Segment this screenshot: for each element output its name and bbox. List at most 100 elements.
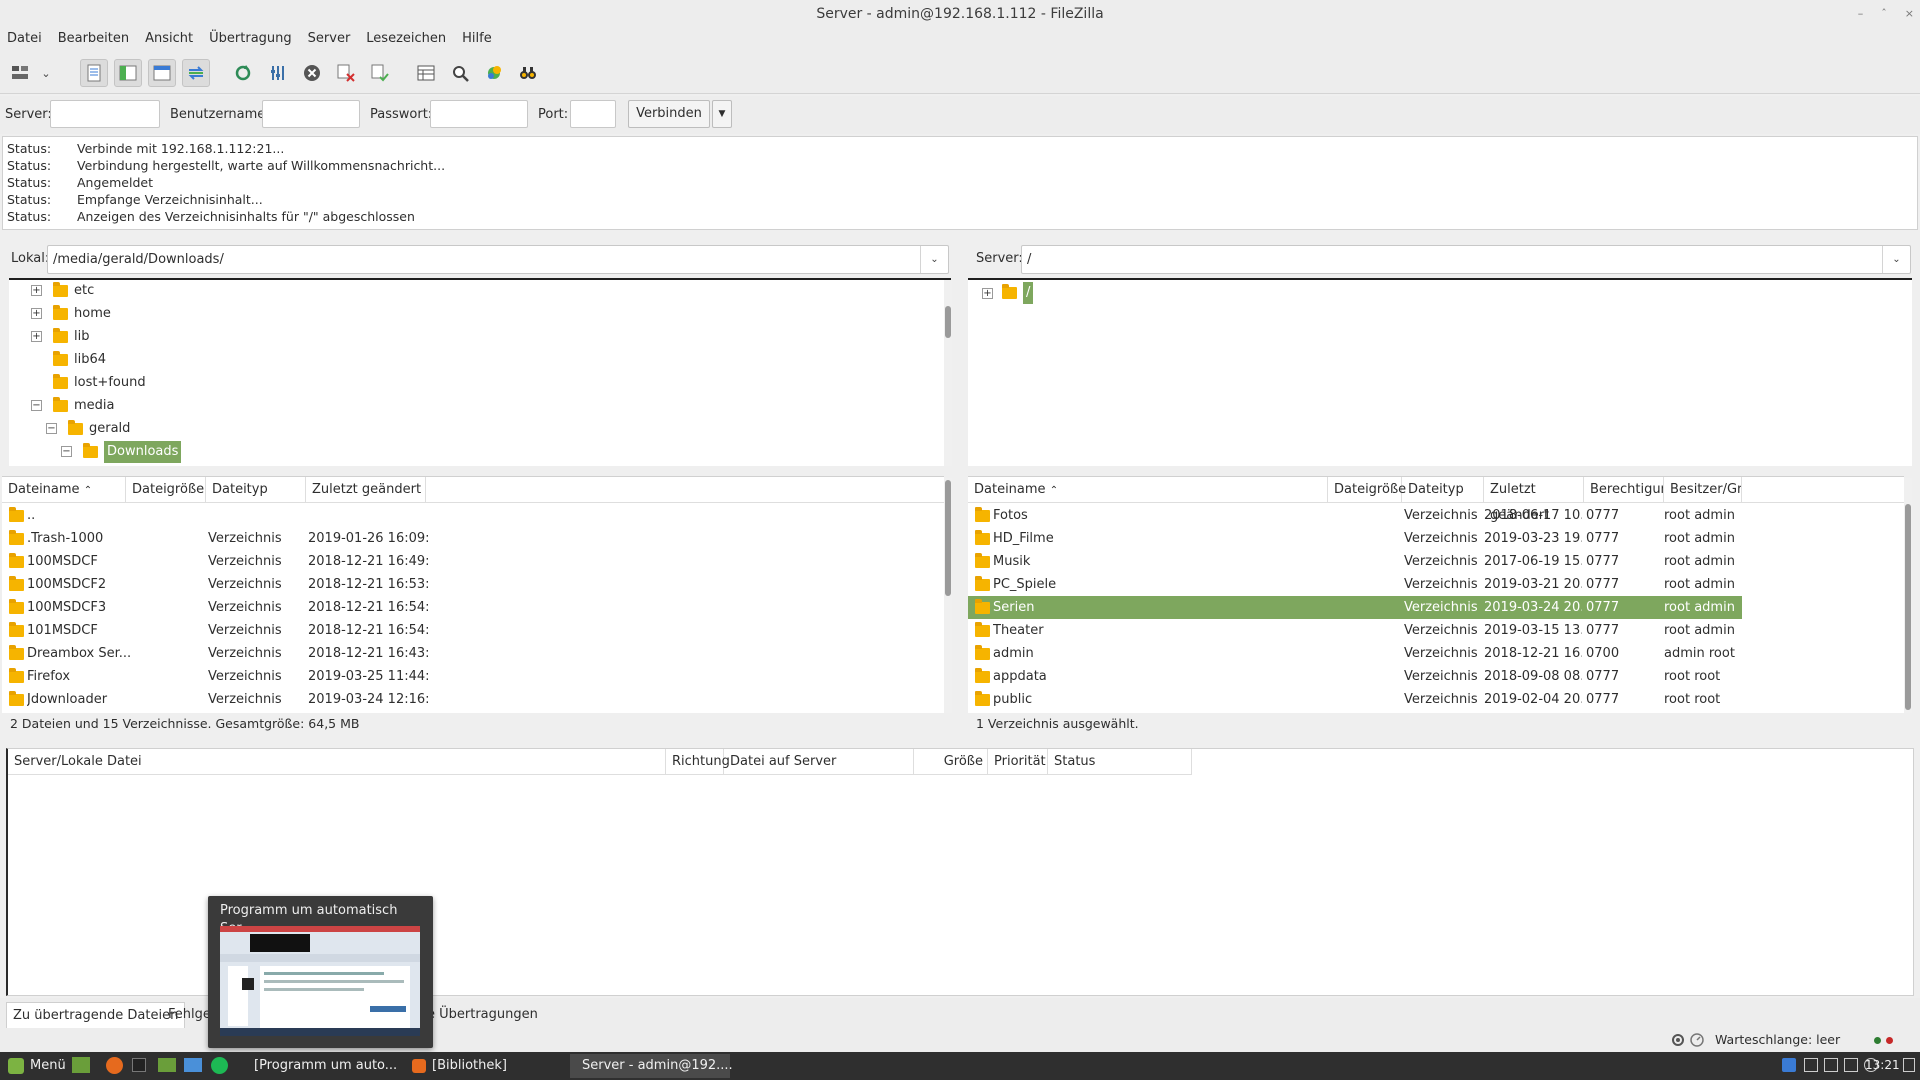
clipboard-icon[interactable] [1804, 1058, 1818, 1072]
synchronized-browsing-button[interactable] [480, 59, 508, 87]
menu-bearbeiten[interactable]: Bearbeiten [58, 28, 129, 52]
process-queue-button[interactable] [264, 59, 292, 87]
port-input[interactable] [570, 100, 616, 128]
file-row[interactable]: Theater Verzeichnis 2019-03-15 13... 0777 ro… [968, 619, 1742, 642]
menu-datei[interactable]: Datei [7, 28, 42, 52]
local-file-list[interactable]: Dateiname ⌃ Dateigröße Dateityp Zuletzt … [2, 476, 944, 713]
file-row[interactable]: PC_Spiele Verzeichnis 2019-03-21 20... 0777… [968, 573, 1742, 596]
menu-ansicht[interactable]: Ansicht [145, 28, 193, 52]
expand-icon[interactable]: + [31, 331, 42, 342]
column-header-filesize[interactable]: Dateigröße [126, 477, 206, 503]
tree-node-selected[interactable]: + / [982, 282, 1034, 304]
start-menu-button[interactable]: Menü [2, 1054, 72, 1078]
password-input[interactable] [430, 100, 528, 128]
shield-icon[interactable] [1782, 1058, 1796, 1072]
file-row[interactable]: public Verzeichnis 2019-02-04 20... 0777 roo… [968, 688, 1742, 711]
tab-successful-transfers[interactable]: e Übertragungen [427, 1002, 538, 1028]
clock[interactable]: 13:21 [1865, 1058, 1900, 1072]
file-row[interactable]: Fotos Verzeichnis 2018-06-17 10... 0777 root… [968, 504, 1742, 527]
menu-lesezeichen[interactable]: Lesezeichen [366, 28, 446, 52]
file-row[interactable]: .. [2, 504, 944, 527]
spotify-icon[interactable] [211, 1057, 228, 1074]
compare-directories-button[interactable] [446, 59, 474, 87]
firefox-icon[interactable] [106, 1057, 123, 1074]
taskbar-item-library[interactable]: [Bibliothek] [406, 1054, 566, 1078]
server-input[interactable] [50, 100, 160, 128]
file-row-selected[interactable]: Serien Verzeichnis 2019-03-24 20... 0777 roo… [968, 596, 1742, 619]
toggle-remote-tree-button[interactable] [148, 59, 176, 87]
volume-icon[interactable] [1903, 1058, 1915, 1072]
expand-icon[interactable]: + [31, 308, 42, 319]
column-header-direction[interactable]: Richtung [666, 749, 730, 775]
local-file-list-scrollbar[interactable] [944, 478, 952, 713]
file-row[interactable]: appdata Verzeichnis 2018-09-08 08... 0777 ro… [968, 665, 1742, 688]
update-icon[interactable] [1824, 1058, 1838, 1072]
network-icon[interactable] [1844, 1058, 1858, 1072]
remote-path-combo[interactable]: / ⌄ [1021, 245, 1911, 274]
file-row[interactable]: HD_Filme Verzeichnis 2019-03-23 19... 0777 r… [968, 527, 1742, 550]
terminal-icon[interactable] [132, 1058, 146, 1072]
minimize-icon[interactable]: – [1858, 0, 1864, 28]
tree-node-selected[interactable]: − Downloads [61, 441, 182, 463]
column-header-filename[interactable]: Dateiname ⌃ [2, 477, 126, 503]
chevron-down-icon[interactable]: ⌄ [920, 246, 948, 273]
tree-node[interactable]: − media [31, 395, 115, 417]
column-header-owner[interactable]: Besitzer/Grup [1664, 477, 1742, 503]
window-preview-popup[interactable]: Programm um automatisch Ser... [208, 896, 433, 1048]
gear-icon[interactable] [1670, 1032, 1686, 1048]
remote-file-list[interactable]: Dateiname ⌃ Dateigröße Dateityp Zuletzt … [968, 476, 1904, 713]
tab-queued-files[interactable]: Zu übertragende Dateien [6, 1002, 186, 1028]
collapse-icon[interactable]: − [46, 423, 57, 434]
file-row[interactable]: Dreambox Ser... Verzeichnis 2018-12-21 16:… [2, 642, 944, 665]
column-header-local-file[interactable]: Server/Lokale Datei [8, 749, 666, 775]
refresh-button[interactable] [229, 59, 257, 87]
connect-button[interactable]: Verbinden [628, 100, 710, 128]
reconnect-button[interactable] [366, 59, 394, 87]
column-header-modified[interactable]: Zuletzt geändert [1484, 477, 1584, 523]
message-log[interactable]: Status: Verbinde mit 192.168.1.112:21... … [2, 136, 1918, 230]
tree-node[interactable]: − gerald [46, 418, 130, 440]
column-header-status[interactable]: Status [1048, 749, 1192, 775]
file-row[interactable]: Firefox Verzeichnis 2019-03-25 11:44:... [2, 665, 944, 688]
show-desktop-icon[interactable] [72, 1057, 90, 1073]
column-header-filename[interactable]: Dateiname ⌃ [968, 477, 1328, 503]
column-header-modified[interactable]: Zuletzt geändert [306, 477, 426, 503]
tree-node[interactable]: + etc [31, 280, 94, 302]
search-files-button[interactable] [514, 59, 542, 87]
speed-limit-icon[interactable] [1689, 1032, 1705, 1048]
mail-icon[interactable] [184, 1058, 202, 1072]
maximize-icon[interactable]: ˆ [1881, 0, 1887, 28]
file-row[interactable]: admin Verzeichnis 2018-12-21 16... 0700 admi… [968, 642, 1742, 665]
tree-node[interactable]: + home [31, 303, 111, 325]
chevron-down-icon[interactable]: ⌄ [1882, 246, 1910, 273]
file-row[interactable]: .Trash-1000 Verzeichnis 2019-01-26 16:09:.… [2, 527, 944, 550]
scrollbar-thumb[interactable] [1905, 504, 1911, 710]
toggle-log-button[interactable] [80, 59, 108, 87]
column-header-remote-file[interactable]: Datei auf Server [724, 749, 914, 775]
site-manager-dropdown[interactable]: ⌄ [38, 59, 54, 87]
remote-file-list-scrollbar[interactable] [1904, 478, 1912, 713]
toggle-local-tree-button[interactable] [114, 59, 142, 87]
column-header-filetype[interactable]: Dateityp [206, 477, 306, 503]
disconnect-button[interactable] [332, 59, 360, 87]
file-row[interactable]: 101MSDCF Verzeichnis 2018-12-21 16:54:... [2, 619, 944, 642]
scrollbar-thumb[interactable] [945, 480, 951, 596]
column-header-filesize[interactable]: Dateigröße [1328, 477, 1406, 503]
file-row[interactable]: Musik Verzeichnis 2017-06-19 15... 0777 root… [968, 550, 1742, 573]
collapse-icon[interactable]: − [61, 446, 72, 457]
local-directory-tree[interactable]: + etc + home + lib lib64 lost+found − media … [9, 278, 951, 466]
column-header-filetype[interactable]: Dateityp [1402, 477, 1484, 503]
directory-listing-filter-button[interactable] [412, 59, 440, 87]
taskbar-item-program[interactable]: [Programm um auto... [242, 1054, 402, 1078]
tree-node[interactable]: lost+found [53, 372, 146, 394]
username-input[interactable] [262, 100, 360, 128]
files-icon[interactable] [158, 1058, 176, 1072]
file-row[interactable]: 100MSDCF3 Verzeichnis 2018-12-21 16:54:... [2, 596, 944, 619]
menu-uebertragung[interactable]: Übertragung [209, 28, 292, 52]
remote-directory-tree[interactable]: + / [968, 278, 1912, 466]
menu-hilfe[interactable]: Hilfe [462, 28, 492, 52]
local-tree-scrollbar[interactable] [944, 280, 952, 466]
file-row[interactable]: 100MSDCF Verzeichnis 2018-12-21 16:49:... [2, 550, 944, 573]
file-row[interactable]: 100MSDCF2 Verzeichnis 2018-12-21 16:53:... [2, 573, 944, 596]
taskbar-item-filezilla[interactable]: Server - admin@192.... [570, 1054, 733, 1078]
